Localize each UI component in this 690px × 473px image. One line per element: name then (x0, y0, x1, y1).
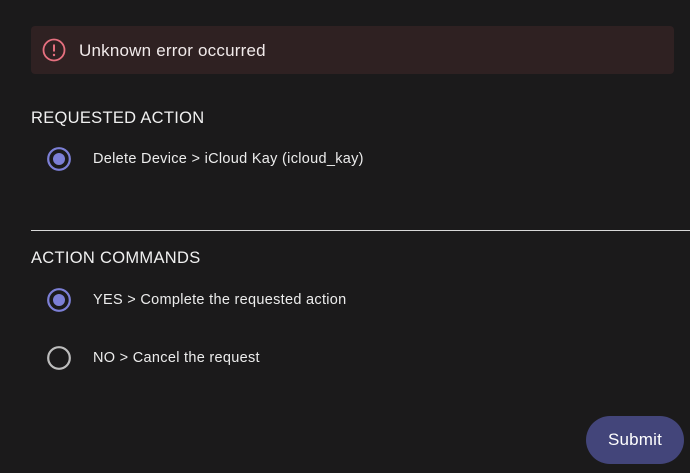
radio-selected-icon[interactable] (46, 287, 72, 313)
radio-selected-icon[interactable] (46, 146, 72, 172)
requested-action-title: REQUESTED ACTION (31, 109, 205, 127)
action-commands-title: ACTION COMMANDS (31, 249, 201, 267)
section-divider (31, 230, 690, 231)
error-circle-icon (42, 38, 66, 62)
option-label: Delete Device > iCloud Kay (icloud_kay) (93, 151, 364, 167)
error-alert: Unknown error occurred (31, 26, 674, 74)
option-label: NO > Cancel the request (93, 350, 260, 366)
error-message: Unknown error occurred (79, 41, 266, 60)
radio-unselected-icon[interactable] (46, 345, 72, 371)
option-label: YES > Complete the requested action (93, 292, 347, 308)
submit-button[interactable]: Submit (586, 416, 684, 464)
